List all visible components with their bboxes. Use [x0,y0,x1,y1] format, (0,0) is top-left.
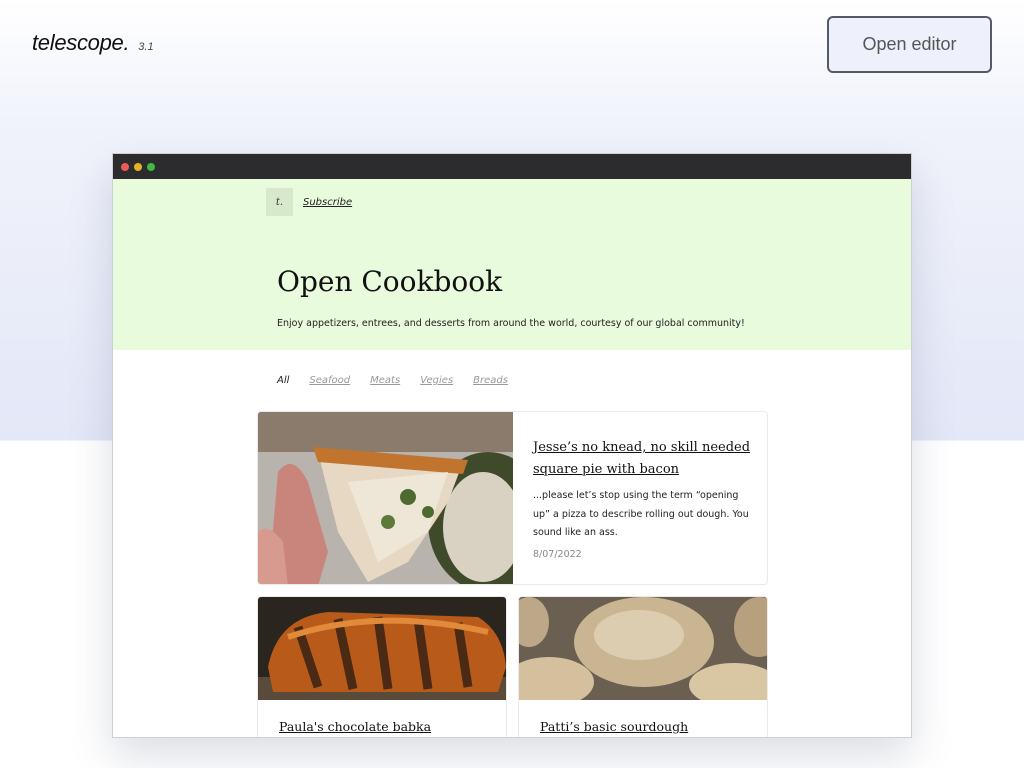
subscribe-link[interactable]: Subscribe [303,197,352,208]
app-logo: telescope. 3.1 [32,30,154,56]
filter-meats[interactable]: Meats [370,375,400,386]
minimize-window-dot-icon[interactable] [134,162,142,171]
post-excerpt: ...please let’s stop using the term “ope… [533,490,749,538]
post-card[interactable]: Patti’s basic sourdough [518,596,768,737]
filter-all[interactable]: All [277,375,289,386]
babka-photo [258,597,506,700]
category-filters: All Seafood Meats Vegies Breads [277,375,508,386]
filter-vegies[interactable]: Vegies [420,375,453,386]
post-date: 8/07/2022 [533,548,582,560]
post-title[interactable]: Paula's chocolate babka [279,719,431,734]
filter-breads[interactable]: Breads [473,375,508,386]
pizza-slice-photo [258,412,513,584]
browser-titlebar [113,154,911,179]
site-logo[interactable]: t. [266,188,293,216]
browser-preview-window: t. Subscribe Open Cookbook Enjoy appetiz… [112,153,912,738]
featured-post-card[interactable]: Jesse’s no knead, no skill needed square… [257,411,768,585]
sourdough-photo [519,597,767,700]
maximize-window-dot-icon[interactable] [147,162,155,171]
site-hero: t. Subscribe Open Cookbook Enjoy appetiz… [113,179,911,350]
close-window-dot-icon[interactable] [121,162,129,171]
post-card[interactable]: Paula's chocolate babka [257,596,507,737]
site-description: Enjoy appetizers, entrees, and desserts … [277,318,745,329]
featured-post-body: Jesse’s no knead, no skill needed square… [533,437,755,560]
post-title[interactable]: Patti’s basic sourdough [540,719,688,734]
post-title[interactable]: Jesse’s no knead, no skill needed square… [533,437,755,481]
open-editor-button[interactable]: Open editor [827,16,992,73]
site-title: Open Cookbook [277,265,503,298]
filter-seafood[interactable]: Seafood [309,375,350,386]
app-version: 3.1 [138,41,154,53]
app-name: telescope. [32,30,130,55]
